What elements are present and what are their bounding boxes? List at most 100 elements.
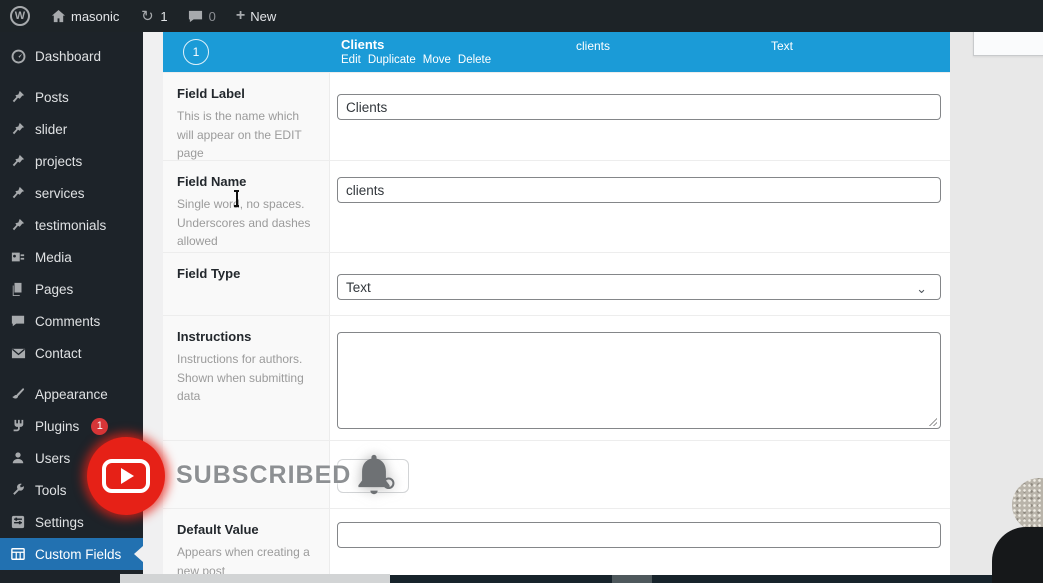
admin-top-bar: W masonic ↻ 1 0 + New (0, 0, 1043, 32)
field-label-heading: Clients (341, 37, 384, 52)
row-title: Instructions (177, 329, 315, 344)
comments-menu[interactable]: 0 (178, 0, 226, 32)
edit-action[interactable]: Edit (341, 54, 361, 66)
youtube-play-button[interactable] (87, 437, 165, 515)
sidebar-item-label: Media (35, 250, 72, 265)
row-title: Default Value (177, 522, 315, 537)
field-label-input[interactable] (337, 94, 941, 120)
sidebar-item-label: Custom Fields (35, 547, 121, 562)
sidebar-item-label: Dashboard (35, 49, 101, 64)
field-name-input[interactable] (337, 177, 941, 203)
text-cursor (232, 190, 241, 207)
sidebar-item-label: Plugins (35, 419, 79, 434)
sidebar-item-appearance[interactable]: Appearance (0, 378, 143, 410)
sidebar-item-label: projects (35, 154, 82, 169)
sidebar-item-comments[interactable]: Comments (0, 305, 143, 337)
sidebar-item-services[interactable]: services (0, 177, 143, 209)
updates-menu[interactable]: ↻ 1 (129, 0, 177, 32)
field-name-labelcol: Field Name Single word, no spaces. Under… (163, 161, 330, 252)
default-value-labelcol: Default Value Appears when creating a ne… (163, 509, 330, 583)
sidebar-item-label: services (35, 186, 85, 201)
sidebar-item-label: Tools (35, 483, 67, 498)
sidebar-item-custom-fields[interactable]: Custom Fields (0, 538, 143, 570)
move-action[interactable]: Move (423, 54, 451, 66)
sidebar-item-slider[interactable]: slider (0, 113, 143, 145)
sidebar-item-label: slider (35, 122, 67, 137)
duplicate-action[interactable]: Duplicate (368, 54, 416, 66)
site-name-menu[interactable]: masonic (40, 0, 129, 32)
settings-sliders-icon (10, 514, 26, 530)
plugins-update-badge: 1 (91, 418, 108, 435)
sidebar-item-label: Comments (35, 314, 100, 329)
sidebar-item-testimonials[interactable]: testimonials (0, 209, 143, 241)
delete-action[interactable]: Delete (458, 54, 491, 66)
active-menu-arrow (134, 546, 143, 562)
plus-icon: + (236, 7, 245, 25)
default-value-input[interactable] (337, 522, 941, 548)
field-name-row: Field Name Single word, no spaces. Under… (163, 160, 950, 252)
pages-icon (10, 281, 26, 297)
field-type-row: Field Type Text ⌄ (163, 252, 950, 315)
brush-icon (10, 386, 26, 402)
sidebar-item-media[interactable]: Media (0, 241, 143, 273)
sidebar-item-contact[interactable]: Contact (0, 337, 143, 369)
envelope-icon (10, 345, 26, 361)
updates-icon: ↻ (139, 8, 155, 24)
sidebar-item-dashboard[interactable]: Dashboard (0, 40, 143, 72)
default-value-row: Default Value Appears when creating a ne… (163, 508, 950, 583)
updates-count: 1 (160, 9, 167, 24)
pushpin-icon (10, 121, 26, 137)
pushpin-icon (10, 185, 26, 201)
user-icon (10, 450, 26, 466)
instructions-textarea[interactable] (337, 332, 941, 429)
top-right-partial-panel (973, 30, 1043, 56)
field-label-labelcol: Field Label This is the name which will … (163, 73, 330, 160)
instructions-row: Instructions Instructions for authors. S… (163, 315, 950, 440)
wrench-icon (10, 482, 26, 498)
pushpin-icon (10, 217, 26, 233)
new-content-menu[interactable]: + New (226, 0, 286, 32)
media-icon (10, 249, 26, 265)
video-timeline-light (120, 574, 390, 583)
instructions-labelcol: Instructions Instructions for authors. S… (163, 316, 330, 440)
sidebar-item-projects[interactable]: projects (0, 145, 143, 177)
sidebar-item-label: Posts (35, 90, 69, 105)
sidebar-item-posts[interactable]: Posts (0, 81, 143, 113)
wordpress-menu[interactable]: W (0, 0, 40, 32)
field-row-actions: Edit Duplicate Move Delete (341, 54, 491, 66)
row-description: This is the name which will appear on th… (177, 107, 315, 163)
field-type-column: Text (771, 39, 793, 53)
wordpress-logo-icon: W (10, 6, 30, 26)
new-label: New (250, 9, 276, 24)
sidebar-item-label: Contact (35, 346, 82, 361)
video-timeline-dark (390, 575, 1043, 583)
sidebar-item-label: Users (35, 451, 70, 466)
field-label-row: Field Label This is the name which will … (163, 72, 950, 160)
row-title: Field Label (177, 86, 315, 101)
sidebar-item-label: Settings (35, 515, 84, 530)
row-description: Instructions for authors. Shown when sub… (177, 350, 315, 406)
pushpin-icon (10, 89, 26, 105)
field-type-labelcol: Field Type (163, 253, 330, 315)
home-icon (50, 8, 66, 24)
row-title: Field Type (177, 266, 315, 281)
notification-bell-icon[interactable] (348, 447, 400, 503)
pushpin-icon (10, 153, 26, 169)
sidebar-item-pages[interactable]: Pages (0, 273, 143, 305)
field-order-handle[interactable]: 1 (183, 39, 209, 65)
field-type-select[interactable]: Text (337, 274, 941, 300)
site-name: masonic (71, 9, 119, 24)
video-timeline-segment (612, 575, 652, 583)
youtube-logo-icon (102, 459, 150, 493)
comment-bubble-icon (188, 8, 204, 24)
sidebar-item-label: Pages (35, 282, 73, 297)
field-header-bar: 1 Clients Edit Duplicate Move Delete cli… (163, 32, 950, 72)
table-grid-icon (10, 546, 26, 562)
plug-icon (10, 418, 26, 434)
sidebar-item-label: testimonials (35, 218, 106, 233)
subscribed-label: SUBSCRIBED (176, 461, 351, 490)
sidebar-item-label: Appearance (35, 387, 108, 402)
comments-count: 0 (209, 9, 216, 24)
row-description: Single word, no spaces. Underscores and … (177, 195, 315, 251)
acf-field-editor: 1 Clients Edit Duplicate Move Delete cli… (163, 32, 950, 583)
